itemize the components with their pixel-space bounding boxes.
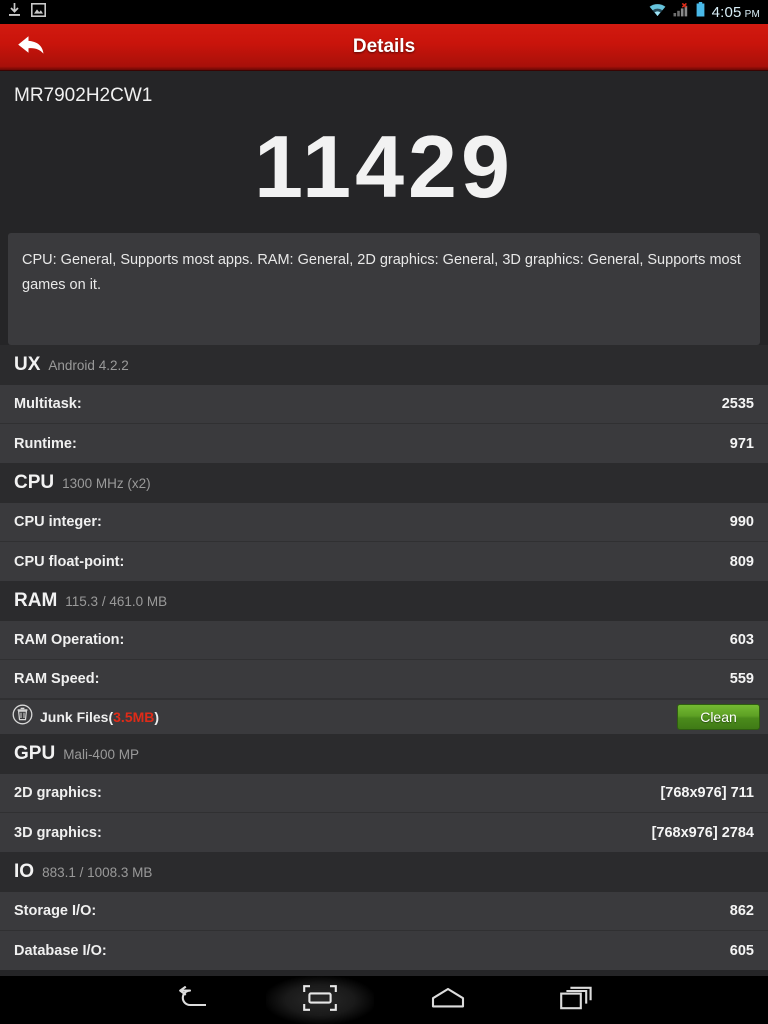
row-value: 559: [729, 671, 754, 687]
nav-recents-icon: [560, 986, 592, 1015]
clock-time: 4:05: [711, 3, 742, 21]
row-value: [768x976] 711: [660, 785, 754, 801]
status-bar-left-icons: [8, 2, 46, 22]
table-row[interactable]: 2D graphics: [768x976] 711: [0, 774, 768, 813]
row-label: 3D graphics:: [14, 824, 102, 841]
row-value: 2535: [721, 396, 754, 412]
back-arrow-icon: [16, 32, 46, 63]
nav-recents-button[interactable]: [512, 976, 640, 1024]
row-label: CPU float-point:: [14, 553, 125, 570]
section-title: IO: [14, 861, 35, 882]
section-rows: Multitask: 2535 Runtime: 971: [0, 385, 768, 463]
app-screen: 4:05 PM Details MR7902H2CW1 11429 CPU: G…: [0, 0, 768, 1024]
table-row[interactable]: RAM Operation: 603: [0, 621, 768, 660]
section-subtitle: Mali-400 MP: [63, 747, 139, 762]
junk-files-row[interactable]: Junk Files(3.5MB) Clean: [0, 699, 768, 734]
section-subtitle: Android 4.2.2: [48, 358, 129, 373]
table-row[interactable]: Multitask: 2535: [0, 385, 768, 424]
wifi-icon: [649, 3, 666, 22]
row-label: 2D graphics:: [14, 785, 102, 801]
junk-label-prefix: Junk Files(: [40, 709, 114, 725]
total-score: 11429: [254, 117, 514, 216]
android-navigation-bar: [0, 976, 768, 1024]
details-content: MR7902H2CW1 11429 CPU: General, Supports…: [0, 71, 768, 976]
section-ux: UX Android 4.2.2 Multitask: 2535 Runtime…: [0, 345, 768, 463]
summary-text: CPU: General, Supports most apps. RAM: G…: [22, 252, 741, 294]
junk-files-label: Junk Files(3.5MB): [40, 709, 159, 725]
section-io: IO 883.1 / 1008.3 MB Storage I/O: 862 Da…: [0, 852, 768, 970]
battery-icon: [696, 2, 705, 22]
status-bar-clock: 4:05 PM: [712, 4, 760, 21]
row-label: Multitask:: [14, 396, 82, 412]
trash-can-icon: [12, 704, 33, 730]
clean-button[interactable]: Clean: [677, 704, 760, 730]
nav-back-icon: [175, 985, 209, 1015]
table-row[interactable]: RAM Speed: 559: [0, 660, 768, 699]
section-title: GPU: [14, 743, 56, 764]
section-header: UX Android 4.2.2: [0, 345, 768, 385]
nav-back-button[interactable]: [128, 976, 256, 1024]
section-subtitle: 1300 MHz (x2): [62, 476, 151, 491]
table-row[interactable]: CPU integer: 990: [0, 503, 768, 542]
table-row[interactable]: Database I/O: 605: [0, 931, 768, 970]
section-rows: RAM Operation: 603 RAM Speed: 559 Junk F…: [0, 621, 768, 734]
nav-home-button[interactable]: [384, 976, 512, 1024]
section-title: UX: [14, 354, 41, 375]
page-title: Details: [352, 36, 416, 57]
section-rows: 2D graphics: [768x976] 711 3D graphics: …: [0, 774, 768, 852]
row-label: RAM Speed:: [14, 671, 100, 687]
row-value: 990: [729, 514, 754, 530]
clock-ampm: PM: [744, 8, 760, 20]
status-bar: 4:05 PM: [0, 0, 768, 24]
section-title: RAM: [14, 590, 58, 611]
device-model-name: MR7902H2CW1: [14, 85, 153, 106]
row-label: Storage I/O:: [14, 903, 97, 919]
row-value: 971: [729, 435, 754, 452]
section-header: GPU Mali-400 MP: [0, 734, 768, 774]
summary-card: CPU: General, Supports most apps. RAM: G…: [8, 233, 760, 345]
nav-screenshot-icon: [303, 984, 337, 1016]
table-row[interactable]: Runtime: 971: [0, 424, 768, 463]
section-title: CPU: [14, 472, 55, 493]
row-value: [768x976] 2784: [651, 824, 754, 841]
table-row[interactable]: CPU float-point: 809: [0, 542, 768, 581]
section-cpu: CPU 1300 MHz (x2) CPU integer: 990 CPU f…: [0, 463, 768, 581]
junk-label-suffix: ): [154, 709, 160, 725]
cellular-signal-no-service-icon: [673, 2, 689, 22]
status-bar-right-icons: 4:05 PM: [649, 2, 760, 22]
table-row[interactable]: 3D graphics: [768x976] 2784: [0, 813, 768, 852]
section-subtitle: 883.1 / 1008.3 MB: [42, 865, 153, 880]
download-icon: [8, 2, 21, 22]
section-gpu: GPU Mali-400 MP 2D graphics: [768x976] 7…: [0, 734, 768, 852]
section-rows: Storage I/O: 862 Database I/O: 605: [0, 892, 768, 970]
back-button[interactable]: [0, 24, 62, 71]
row-label: Runtime:: [14, 435, 77, 452]
section-rows: CPU integer: 990 CPU float-point: 809: [0, 503, 768, 581]
row-value: 862: [729, 903, 754, 919]
junk-files-size: 3.5MB: [113, 709, 155, 725]
section-subtitle: 115.3 / 461.0 MB: [65, 594, 168, 609]
table-row[interactable]: Storage I/O: 862: [0, 892, 768, 931]
nav-screenshot-button[interactable]: [256, 976, 384, 1024]
section-ram: RAM 115.3 / 461.0 MB RAM Operation: 603 …: [0, 581, 768, 734]
screenshot-image-icon: [31, 2, 46, 22]
section-header: IO 883.1 / 1008.3 MB: [0, 852, 768, 892]
row-value: 605: [729, 942, 754, 959]
row-label: RAM Operation:: [14, 632, 125, 648]
action-bar: Details: [0, 24, 768, 71]
row-value: 603: [729, 632, 754, 648]
nav-home-icon: [431, 987, 465, 1014]
row-label: Database I/O:: [14, 942, 107, 959]
row-value: 809: [729, 553, 754, 570]
section-header: CPU 1300 MHz (x2): [0, 463, 768, 503]
section-header: RAM 115.3 / 461.0 MB: [0, 581, 768, 621]
row-label: CPU integer:: [14, 514, 102, 530]
